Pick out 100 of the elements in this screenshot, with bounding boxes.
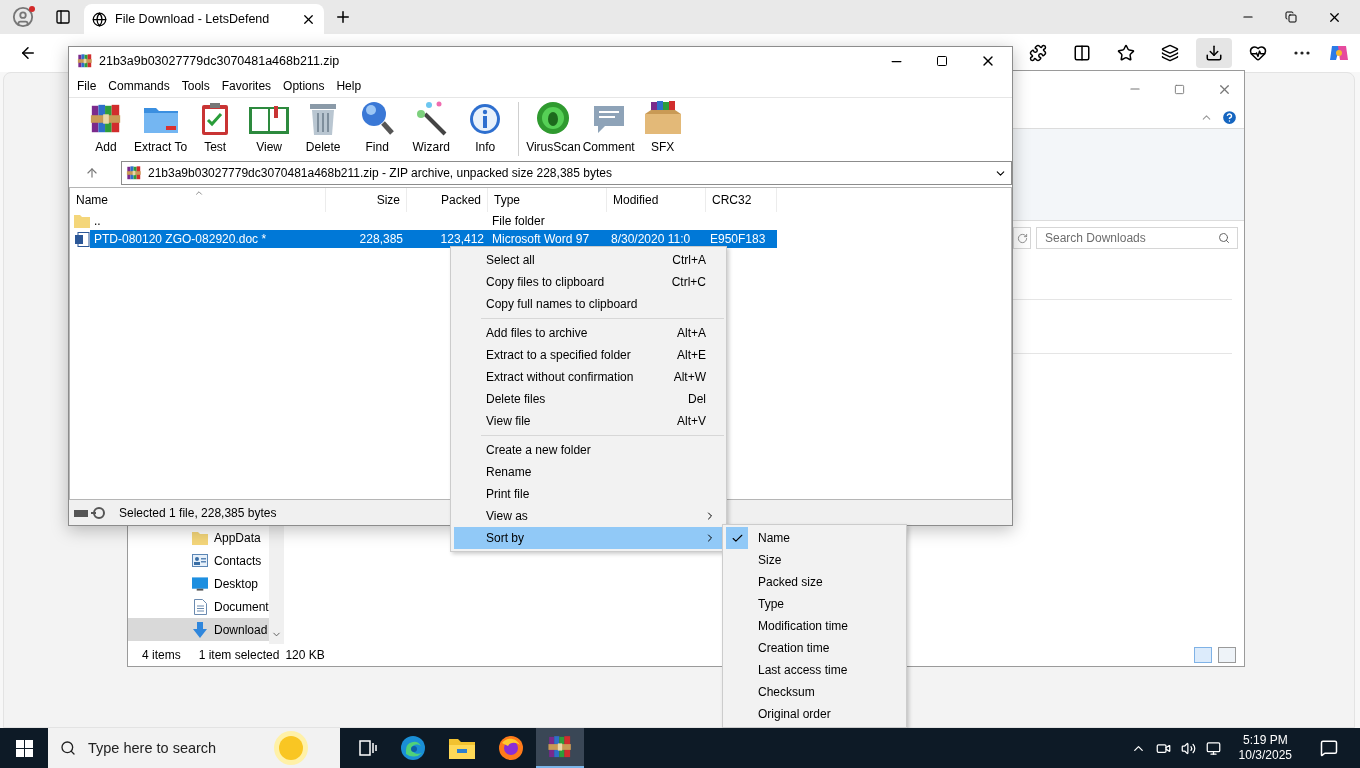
item-count: 4 items: [142, 647, 181, 664]
menu-item[interactable]: Modification time: [726, 615, 903, 637]
menu-item[interactable]: Name: [726, 527, 903, 549]
taskbar-search-field[interactable]: Type here to search: [48, 728, 340, 768]
notifications-icon[interactable]: [1320, 739, 1338, 757]
navigation-label: Document: [214, 598, 269, 616]
document-icon: [74, 231, 90, 247]
column-header[interactable]: Modified: [607, 188, 706, 212]
more-icon: [1294, 51, 1310, 55]
navigation-label: Download: [214, 621, 268, 639]
toolbar-button[interactable]: Delete: [296, 99, 351, 158]
file-row[interactable]: PTD-080120 ZGO-082920.doc * 228,385 123,412 Microsoft Word 97 8/30/2020 11:0 E950F183: [90, 230, 777, 248]
menu-item[interactable]: View as: [454, 505, 723, 527]
path-field[interactable]: 21b3a9b03027779dc3070481a468b211.zip - ZIP archive, unpacked size 228,385 bytes: [121, 161, 1012, 185]
menu-item[interactable]: Extract without confirmation Alt+W: [454, 366, 723, 388]
app-icon: [77, 53, 93, 69]
toolbar-button[interactable]: View: [242, 99, 297, 158]
toolbar-button[interactable]: VirusScan: [525, 99, 582, 158]
menu-item[interactable]: Copy full names to clipboard: [454, 293, 723, 315]
clock[interactable]: 5:19 PM 10/3/2025: [1238, 733, 1292, 763]
table-cell: ..: [94, 214, 101, 228]
back-icon[interactable]: [19, 44, 37, 62]
clock-time: 5:19 PM: [1242, 733, 1288, 748]
navigation-item[interactable]: AppData: [128, 526, 269, 549]
menu-item[interactable]: Sort by: [454, 527, 723, 549]
menu-item[interactable]: Creation time: [726, 637, 903, 659]
navigation-item[interactable]: Desktop: [128, 572, 269, 595]
navigation-item[interactable]: Contacts: [128, 549, 269, 572]
search-field[interactable]: Search Downloads: [1036, 227, 1238, 249]
navigation-item[interactable]: Download: [128, 618, 269, 641]
toolbar-button[interactable]: Test: [188, 99, 243, 158]
browser-tab[interactable]: File Download - LetsDefend: [84, 4, 324, 34]
squares-icon: [1161, 44, 1179, 62]
menu-item[interactable]: Help: [330, 77, 368, 95]
archive-icon: [126, 165, 142, 181]
column-header[interactable]: Name: [70, 188, 326, 212]
profile-button[interactable]: [10, 4, 36, 30]
folder-icon: [192, 530, 208, 545]
menu-item[interactable]: Last access time: [726, 659, 903, 681]
shortcut-label: Alt+W: [673, 369, 706, 386]
shortcut-label: Alt+A: [677, 325, 706, 342]
shortcut-label: Alt+E: [677, 347, 706, 364]
heart-pulse-icon: [1249, 44, 1267, 62]
folder-icon: [449, 737, 475, 759]
monitor-icon: [192, 576, 208, 591]
refresh-button[interactable]: [1013, 227, 1031, 249]
menu-item[interactable]: Extract to a specified folder Alt+E: [454, 344, 723, 366]
search-icon: [60, 740, 76, 756]
tiles-view-button[interactable]: [1218, 647, 1236, 663]
contact-card-icon: [192, 554, 208, 567]
toolbar-button[interactable]: Comment: [581, 99, 636, 158]
maximize-icon[interactable]: [936, 55, 948, 67]
menu-item[interactable]: Size: [726, 549, 903, 571]
menu-item[interactable]: Create a new folder: [454, 439, 723, 461]
panel-icon: [55, 9, 71, 25]
menu-item[interactable]: Favorites: [215, 77, 278, 95]
menu-item[interactable]: Print file: [454, 483, 723, 505]
table-cell: E950F183: [710, 232, 766, 246]
toolbar-button[interactable]: Info: [458, 99, 513, 158]
navigation-item[interactable]: Document: [128, 595, 269, 618]
menu-item[interactable]: Commands: [102, 77, 176, 95]
document-icon: [193, 598, 207, 615]
restore-icon[interactable]: [1285, 11, 1297, 23]
downloads-button[interactable]: [1196, 38, 1232, 68]
menu-item[interactable]: Checksum: [726, 681, 903, 703]
search-icon: [1218, 232, 1230, 244]
column-header[interactable]: Size: [326, 188, 407, 212]
download-icon: [1205, 44, 1223, 62]
toolbar-button[interactable]: Extract To: [133, 99, 189, 158]
menu-item[interactable]: Copy files to clipboard Ctrl+C: [454, 271, 723, 293]
menu-item[interactable]: Options: [277, 77, 331, 95]
menu-item[interactable]: Original order: [726, 703, 903, 725]
help-icon[interactable]: [1221, 109, 1238, 126]
menu-item[interactable]: Select all Ctrl+A: [454, 249, 723, 271]
menu-item[interactable]: View file Alt+V: [454, 410, 723, 432]
speaker-icon[interactable]: [1180, 740, 1196, 756]
toolbar-button[interactable]: Add: [79, 99, 133, 158]
folder-icon: [74, 214, 90, 228]
menu-item[interactable]: Type: [726, 593, 903, 615]
column-header[interactable]: Type: [488, 188, 607, 212]
menu-item[interactable]: File: [71, 77, 103, 95]
up-folder-icon[interactable]: [85, 166, 99, 180]
menu-item[interactable]: Packed size: [726, 571, 903, 593]
new-tab-icon[interactable]: [334, 8, 352, 26]
column-header[interactable]: CRC32: [706, 188, 777, 212]
menu-item[interactable]: Add files to archive Alt+A: [454, 322, 723, 344]
toolbar-button[interactable]: SFX: [635, 99, 690, 158]
toolbar-button[interactable]: Wizard: [404, 99, 459, 158]
table-cell: 123,412: [440, 232, 484, 246]
column-header[interactable]: Packed: [407, 188, 488, 212]
puzzle-icon: [1029, 44, 1047, 62]
file-row[interactable]: .. File folder: [90, 212, 777, 230]
book-icon: [248, 103, 291, 136]
network-icon[interactable]: [1205, 740, 1221, 756]
toolbar-button[interactable]: Find: [350, 99, 405, 158]
refresh-icon: [1016, 232, 1028, 244]
menu-item[interactable]: Rename: [454, 461, 723, 483]
menu-item[interactable]: Tools: [175, 77, 216, 95]
menu-item[interactable]: Delete files Del: [454, 388, 723, 410]
info-icon: [468, 101, 503, 136]
